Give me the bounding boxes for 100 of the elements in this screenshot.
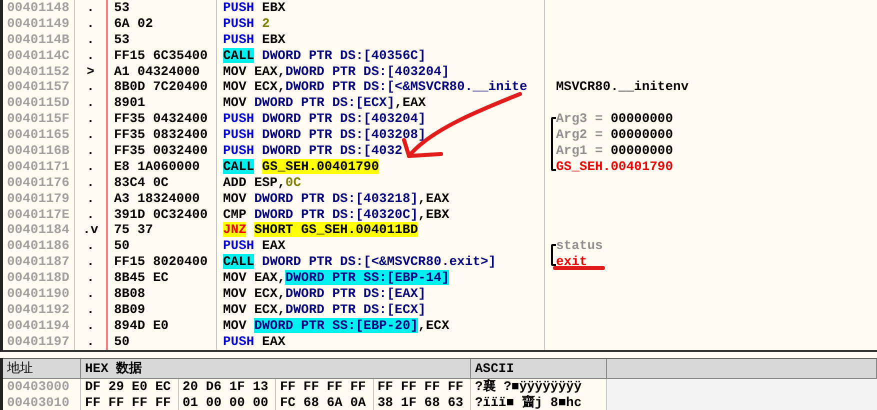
marker-cell: . [75, 286, 108, 302]
disasm-cell: CALL GS_SEH.00401790 [217, 158, 545, 175]
hex-cell: 01 00 00 00 [178, 395, 276, 410]
comment-text: Arg1 = 00000000 [556, 143, 674, 159]
hex-cell: FF35 0032400 [108, 143, 217, 159]
marker-cell: . [75, 238, 108, 254]
hex-cell: 391D 0C32400 [108, 206, 217, 222]
address-cell: 00403010 [3, 395, 81, 410]
hex-cell: 8B09 [108, 302, 217, 318]
disasm-cell: MOV DWORD PTR SS:[EBP-20],ECX [217, 318, 545, 334]
marker-cell: . [75, 318, 108, 334]
hex-cell: FF FF FF FF [276, 379, 374, 395]
hex-cell: FF15 6C35400 [108, 48, 217, 64]
hex-cell: 38 1F 68 63 [374, 395, 471, 410]
marker-cell: . [75, 0, 108, 16]
column-header: HEX 数据 [81, 359, 471, 378]
address-cell: 00401179 [3, 190, 75, 207]
hex-cell: DF 29 E0 EC [81, 379, 178, 395]
hex-cell: 8B0D 7C20400 [108, 79, 217, 96]
marker-cell: . [75, 302, 108, 318]
disasm-cell: PUSH EBX [217, 0, 545, 16]
address-cell: 00401176 [3, 174, 75, 191]
address-cell: 0040116B [3, 143, 75, 159]
marker-cell: . [75, 111, 108, 128]
disasm-cell: PUSH DWORD PTR DS:[403204] [217, 111, 545, 128]
hex-cell: 53 [108, 32, 217, 48]
disasm-cell: PUSH DWORD PTR DS:[403208] [217, 127, 545, 144]
marker-cell: . [75, 158, 108, 175]
marker-cell: . [75, 79, 108, 96]
address-cell: 0040115D [3, 95, 75, 112]
hex-cell: FF FF FF FF [374, 379, 471, 395]
disasm-cell: MOV ECX,DWORD PTR DS:[EAX] [217, 286, 545, 302]
address-cell: 0040115F [3, 111, 75, 128]
address-cell: 00401190 [3, 286, 75, 302]
hex-cell: 894D E0 [108, 318, 217, 334]
marker-cell: . [75, 16, 108, 32]
hex-cell: FF35 0432400 [108, 111, 217, 128]
hex-cell: 53 [108, 0, 217, 16]
address-cell: 0040114B [3, 32, 75, 48]
hex-cell: FF35 0832400 [108, 127, 217, 144]
marker-cell: . [75, 127, 108, 144]
hex-cell: 50 [108, 334, 217, 350]
comment-text: MSVCR80.__initenv [556, 79, 689, 96]
address-cell: 00403000 [3, 379, 81, 395]
marker-cell: . [75, 270, 108, 286]
disasm-cell: PUSH EAX [217, 334, 545, 350]
marker-cell: . [75, 95, 108, 112]
address-cell: 00401194 [3, 318, 75, 334]
disasm-cell: PUSH 2 [217, 16, 545, 32]
disasm-cell: ADD ESP,0C [217, 174, 545, 191]
marker-cell: . [75, 206, 108, 222]
hex-cell: 20 D6 1F 13 [178, 379, 276, 395]
address-cell: 00401149 [3, 16, 75, 32]
address-cell: 0040117E [3, 206, 75, 222]
marker-cell: . [75, 190, 108, 207]
disasm-cell: MOV ECX,DWORD PTR DS:[<&MSVCR80.__inite [217, 79, 545, 96]
marker-cell: . [75, 143, 108, 159]
comment-text: GS_SEH.00401790 [556, 158, 674, 175]
hex-cell: 50 [108, 238, 217, 254]
disasm-cell: JNZ SHORT GS_SEH.004011BD [217, 222, 545, 238]
marker-cell: . [75, 48, 108, 64]
hex-cell: A1 04324000 [108, 64, 217, 80]
address-cell: 00401171 [3, 158, 75, 175]
address-cell: 00401186 [3, 238, 75, 254]
address-cell: 00401148 [3, 0, 75, 16]
comment-text: Arg3 = 00000000 [556, 111, 674, 128]
disasm-cell: MOV DWORD PTR DS:[403218],EAX [217, 190, 545, 207]
disasm-cell: MOV DWORD PTR DS:[ECX],EAX [217, 95, 545, 112]
address-cell: 00401165 [3, 127, 75, 144]
disasm-cell: CALL DWORD PTR DS:[40356C] [217, 48, 545, 64]
hex-cell: E8 1A060000 [108, 158, 217, 175]
column-header: 地址 [3, 359, 81, 378]
address-cell: 00401184 [3, 222, 75, 238]
disasm-cell: MOV EAX,DWORD PTR SS:[EBP-14] [217, 270, 545, 286]
hex-cell: FC 68 6A 0A [276, 395, 374, 410]
address-cell: 0040114C [3, 48, 75, 64]
address-cell: 0040118D [3, 270, 75, 286]
hex-cell: FF FF FF FF [81, 395, 178, 410]
marker-cell: .v [75, 222, 108, 238]
marker-cell: . [75, 334, 108, 350]
address-cell: 00401197 [3, 334, 75, 350]
hex-cell: FF15 8020400 [108, 254, 217, 270]
address-cell: 00401152 [3, 64, 75, 80]
hex-cell: 8B45 EC [108, 270, 217, 286]
address-cell: 00401192 [3, 302, 75, 318]
hex-cell: 6A 02 [108, 16, 217, 32]
marker-cell: . [75, 32, 108, 48]
marker-cell: > [75, 64, 108, 80]
marker-cell: . [75, 254, 108, 270]
hex-cell: 8901 [108, 95, 217, 112]
comment-text: status [556, 238, 603, 254]
comment-text: exit [556, 254, 588, 270]
comment-text: Arg2 = 00000000 [556, 127, 674, 144]
hex-cell: A3 18324000 [108, 190, 217, 207]
marker-cell: . [75, 174, 108, 191]
hex-cell: 83C4 0C [108, 174, 217, 191]
hex-cell: 75 37 [108, 222, 217, 238]
hex-cell: 8B08 [108, 286, 217, 302]
address-cell: 00401187 [3, 254, 75, 270]
column-header: ASCII [471, 359, 607, 378]
